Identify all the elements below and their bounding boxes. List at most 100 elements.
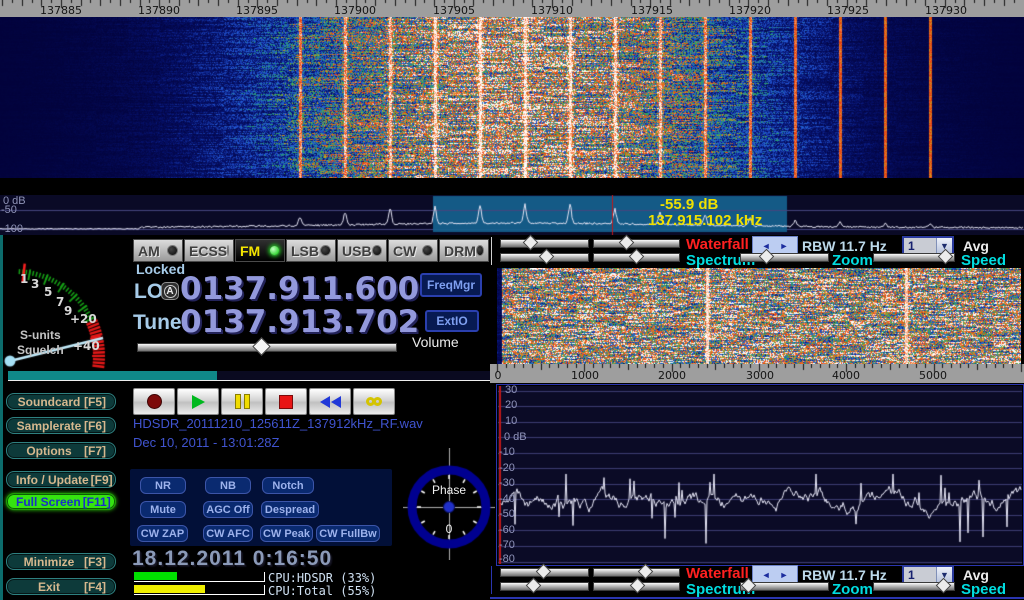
freq-tick-label: 137905 [433, 4, 475, 17]
mode-button-am[interactable]: AM [133, 239, 183, 262]
freq-tick-label: 137915 [631, 4, 673, 17]
af-waterfall-display[interactable] [497, 268, 1021, 364]
radio-indicator [227, 245, 229, 256]
rf-frequency-ruler[interactable]: 137885 137890 137895 137900 137905 13791… [0, 0, 1024, 17]
lo-frequency-display[interactable]: 0137.911.600 [180, 272, 419, 306]
s-units-label: S-units [20, 328, 61, 342]
s-meter-tick-label: +20 [70, 312, 97, 326]
af-db-label: -80 [499, 553, 515, 565]
pause-button[interactable] [221, 388, 263, 415]
mode-button-cw[interactable]: CW [388, 239, 438, 262]
af-spectrum-display[interactable] [496, 384, 1024, 566]
squelch-label: Squelch [17, 343, 64, 357]
info-update-button[interactable]: Info / Update[F9] [6, 471, 116, 488]
rewind-button[interactable] [309, 388, 351, 415]
record-icon [147, 394, 162, 409]
mute-button[interactable]: Mute [140, 501, 186, 518]
freq-tick-label: 137910 [531, 4, 573, 17]
nb-button[interactable]: NB [205, 477, 251, 494]
arrow-left-icon[interactable]: ◄ [762, 571, 771, 580]
tune-frequency-display[interactable]: 0137.913.702 [180, 305, 419, 339]
locked-indicator: Locked [136, 261, 185, 277]
speed-label-2: Speed [961, 581, 1006, 598]
freqmgr-button[interactable]: FreqMgr [420, 273, 482, 297]
volume-slider[interactable] [137, 343, 397, 352]
phase-indicator [403, 448, 495, 560]
lo-auto-badge[interactable]: A [161, 282, 179, 300]
agc-button[interactable]: AGC Off [203, 501, 253, 518]
extio-button[interactable]: ExtIO [425, 310, 479, 332]
af-tick-label: 0 [495, 369, 502, 382]
record-button[interactable] [133, 388, 175, 415]
pause-icon [235, 394, 250, 409]
waterfall-upper-slider[interactable] [500, 239, 589, 248]
clock-display: 18.12.2011 0:16:50 [132, 547, 332, 571]
cw-afc-button[interactable]: CW AFC [203, 525, 253, 542]
af-db-label: 10 [505, 415, 517, 427]
cw-peak-button[interactable]: CW Peak [260, 525, 313, 542]
af-tick-label: 1000 [571, 369, 599, 382]
rf-waterfall-display[interactable] [0, 0, 1024, 178]
af-db-label: -30 [499, 477, 515, 489]
af-db-label: -60 [499, 524, 515, 536]
freq-tick-label: 137920 [729, 4, 771, 17]
radio-indicator-active [269, 245, 280, 256]
freq-tick-label: 137900 [334, 4, 376, 17]
zoom-slider[interactable] [740, 253, 829, 262]
play-button[interactable] [177, 388, 219, 415]
waterfall-lower-slider-2[interactable] [593, 568, 680, 577]
waterfall-upper-slider-2[interactable] [500, 568, 589, 577]
cursor-frequency-readout: 137.915.102 kHz [648, 212, 762, 229]
arrow-right-icon[interactable]: ► [780, 571, 789, 580]
exit-button[interactable]: Exit[F4] [6, 578, 116, 595]
samplerate-button[interactable]: Samplerate[F6] [6, 417, 116, 434]
loop-button[interactable] [353, 388, 395, 415]
db-axis-label: -100 [1, 223, 23, 235]
spectrum-upper-slider-2[interactable] [500, 582, 589, 591]
hdsdr-window: 137885 137890 137895 137900 137905 13791… [0, 0, 1024, 600]
play-icon [192, 395, 205, 409]
panel-divider [491, 566, 492, 594]
cw-fullbw-button[interactable]: CW FullBw [316, 525, 380, 542]
af-db-label: 20 [505, 399, 517, 411]
stop-button[interactable] [265, 388, 307, 415]
playback-toolbar [133, 388, 397, 415]
cpu-hdsdr-fill [134, 572, 177, 580]
af-tick-label: 4000 [832, 369, 860, 382]
nr-button[interactable]: NR [140, 477, 186, 494]
minimize-button[interactable]: Minimize[F3] [6, 553, 116, 570]
soundcard-button[interactable]: Soundcard[F5] [6, 393, 116, 410]
freq-tick-label: 137885 [40, 4, 82, 17]
af-spectrum-canvas [498, 386, 1022, 564]
mode-button-fm[interactable]: FM [235, 239, 285, 262]
rf-spectrum-display[interactable]: 0 dB -50 -100 -55.9 dB 137.915.102 kHz [0, 195, 1024, 235]
mode-button-usb[interactable]: USB [337, 239, 387, 262]
speed-slider-2[interactable] [873, 582, 955, 591]
rewind-icon [319, 396, 341, 408]
mode-button-ecss[interactable]: ECSS [184, 239, 234, 262]
af-db-label: -50 [499, 508, 515, 520]
options-button[interactable]: Options[F7] [6, 442, 116, 459]
mode-button-lsb[interactable]: LSB [286, 239, 336, 262]
zoom-label-2: Zoom [832, 581, 873, 598]
arrow-right-icon[interactable]: ► [780, 242, 789, 251]
af-frequency-ruler[interactable]: 0 1000 2000 3000 4000 5000 [490, 364, 1024, 383]
playback-progress-bar[interactable] [8, 371, 493, 381]
waterfall-lower-slider[interactable] [593, 239, 680, 248]
notch-button[interactable]: Notch [262, 477, 314, 494]
signal-level-readout: -55.9 dB [660, 196, 718, 213]
cpu-total-label: CPU:Total (55%) [268, 584, 376, 598]
despread-button[interactable]: Despread [261, 501, 319, 518]
fullscreen-button[interactable]: Full Screen[F11] [6, 493, 116, 510]
spectrum-lower-slider-2[interactable] [593, 582, 680, 591]
speed-slider[interactable] [873, 253, 955, 262]
mode-button-drm[interactable]: DRM [439, 239, 489, 262]
radio-indicator [422, 245, 433, 256]
zoom-slider-2[interactable] [740, 582, 829, 591]
cw-zap-button[interactable]: CW ZAP [137, 525, 188, 542]
cpu-hdsdr-label: CPU:HDSDR (33%) [268, 571, 376, 585]
speed-label: Speed [961, 252, 1006, 269]
spectrum-lower-slider[interactable] [593, 253, 680, 262]
af-db-label: 0 dB [504, 431, 527, 443]
spectrum-upper-slider[interactable] [500, 253, 589, 262]
